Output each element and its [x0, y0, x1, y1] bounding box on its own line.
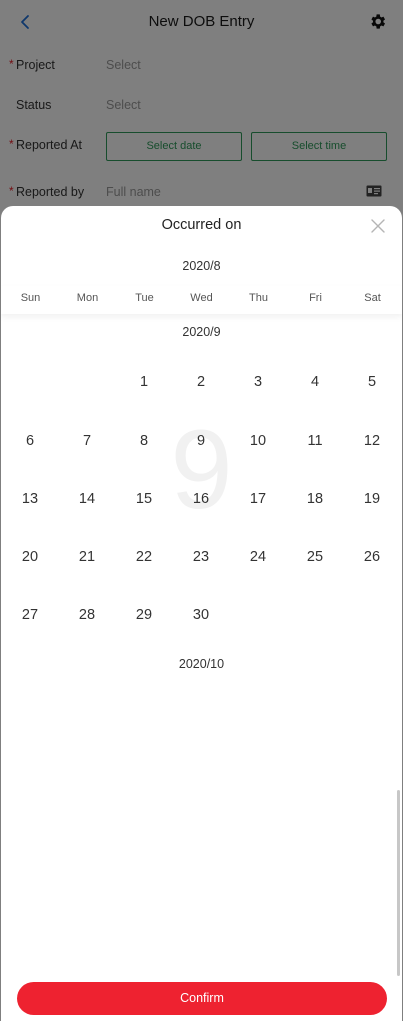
calendar-day[interactable]: 16: [181, 491, 221, 507]
calendar-day[interactable]: 8: [124, 433, 164, 449]
calendar-day[interactable]: 30: [181, 607, 221, 623]
calendar-day[interactable]: 27: [10, 607, 50, 623]
calendar-day[interactable]: 20: [10, 549, 50, 565]
close-icon[interactable]: [370, 218, 386, 234]
month-label-previous: 2020/8: [182, 259, 221, 273]
calendar-day[interactable]: 7: [67, 433, 107, 449]
calendar-day[interactable]: 3: [238, 374, 278, 390]
confirm-button[interactable]: Confirm: [17, 982, 387, 1015]
calendar-day[interactable]: 29: [124, 607, 164, 623]
calendar-day[interactable]: 21: [67, 549, 107, 565]
weekday-sat: Sat: [364, 292, 381, 304]
weekday-header: Sun Mon Tue Wed Thu Fri Sat: [1, 286, 402, 314]
calendar-day[interactable]: 24: [238, 549, 278, 565]
calendar-day[interactable]: 5: [352, 374, 392, 390]
calendar-day[interactable]: 17: [238, 491, 278, 507]
weekday-sun: Sun: [20, 292, 41, 304]
calendar-day[interactable]: 22: [124, 549, 164, 565]
calendar-day[interactable]: 25: [295, 549, 335, 565]
sheet-title: Occurred on: [161, 217, 242, 233]
calendar-day[interactable]: 10: [238, 433, 278, 449]
calendar-day[interactable]: 1: [124, 374, 164, 390]
calendar-day[interactable]: 2: [181, 374, 221, 390]
month-watermark: 9: [170, 407, 233, 532]
weekday-fri: Fri: [309, 292, 322, 304]
calendar-day[interactable]: 15: [124, 491, 164, 507]
weekday-thu: Thu: [249, 292, 268, 304]
month-label-current: 2020/9: [182, 325, 221, 339]
scrollbar[interactable]: [397, 790, 400, 976]
calendar-day[interactable]: 28: [67, 607, 107, 623]
calendar-day[interactable]: 12: [352, 433, 392, 449]
calendar-day[interactable]: 6: [10, 433, 50, 449]
calendar-day[interactable]: 9: [181, 433, 221, 449]
calendar-day[interactable]: 11: [295, 433, 335, 449]
month-label-next: 2020/10: [178, 657, 225, 671]
calendar-day[interactable]: 26: [352, 549, 392, 565]
weekday-mon: Mon: [76, 292, 99, 304]
calendar-day[interactable]: 14: [67, 491, 107, 507]
calendar-day[interactable]: 4: [295, 374, 335, 390]
date-picker-sheet: Occurred on 2020/8 Sun Mon Tue Wed Thu Fri Sat…: [1, 206, 402, 1021]
calendar-day[interactable]: 13: [10, 491, 50, 507]
calendar-day[interactable]: 19: [352, 491, 392, 507]
calendar-day[interactable]: 18: [295, 491, 335, 507]
weekday-tue: Tue: [135, 292, 154, 304]
calendar-day[interactable]: 23: [181, 549, 221, 565]
weekday-wed: Wed: [190, 292, 213, 304]
